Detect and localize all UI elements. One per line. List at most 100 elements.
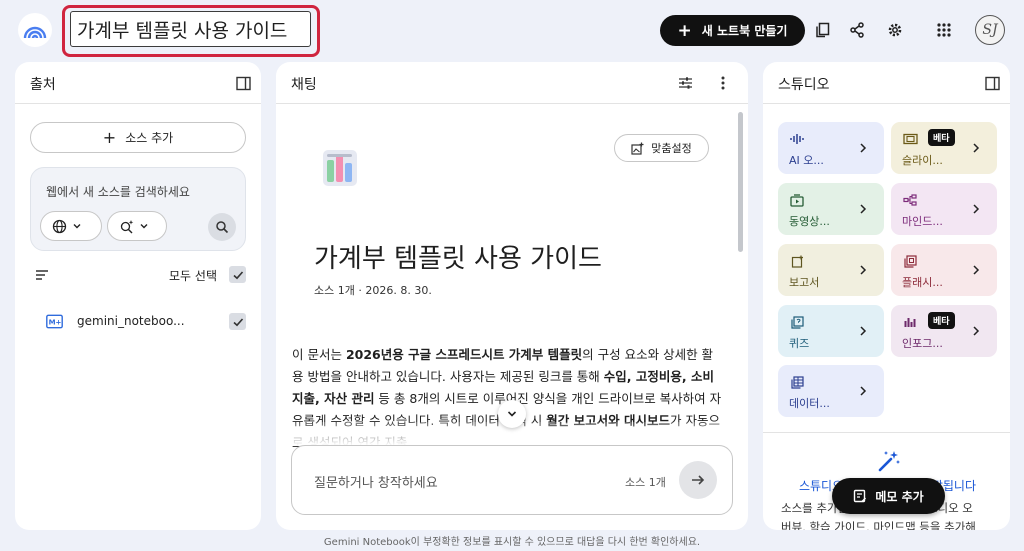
spreadsheet-app-icon <box>320 148 360 188</box>
tile-label: 보고서 <box>789 276 820 289</box>
apps-grid-icon[interactable] <box>933 19 955 41</box>
beta-badge: 베타 <box>928 312 955 329</box>
add-source-button[interactable]: + 소스 추가 <box>30 122 246 153</box>
tile-label: 슬라이... <box>902 154 943 167</box>
chevron-right-icon <box>973 143 980 153</box>
filter-lines-icon[interactable] <box>35 269 49 281</box>
svg-text:M+: M+ <box>49 319 62 327</box>
table-icon <box>789 374 805 390</box>
tile-label: 퀴즈 <box>789 337 810 350</box>
arrow-right-icon <box>692 475 705 485</box>
settings-gear-icon[interactable] <box>884 19 906 41</box>
studio-tile-data-table[interactable]: 데이터... <box>778 365 884 417</box>
chevron-down-icon <box>507 411 517 417</box>
customize-button[interactable]: 맞춤설정 <box>614 134 709 162</box>
add-source-label: 소스 추가 <box>125 131 174 145</box>
studio-tile-quiz[interactable]: 퀴즈 <box>778 305 884 357</box>
collapse-panel-icon[interactable] <box>234 74 252 92</box>
studio-header: 스튜디오 <box>763 62 1010 104</box>
chat-scrollbar[interactable] <box>738 112 743 252</box>
check-icon <box>232 317 243 326</box>
chevron-down-icon <box>140 224 148 229</box>
user-avatar[interactable]: SJ <box>975 15 1005 45</box>
tile-label: 인포그... <box>902 337 943 350</box>
web-search-input[interactable]: 웹에서 새 소스를 검색하세요 <box>46 183 190 200</box>
tune-icon[interactable] <box>676 74 694 92</box>
source-item-name: gemini_noteboo... <box>77 314 185 328</box>
chevron-right-icon <box>860 326 867 336</box>
customize-label: 맞춤설정 <box>651 142 692 155</box>
search-submit-button[interactable] <box>208 213 236 241</box>
chevron-right-icon <box>973 265 980 275</box>
sources-title: 출처 <box>30 77 56 93</box>
chevron-down-icon <box>73 224 81 229</box>
new-notebook-button[interactable]: + 새 노트북 만들기 <box>660 15 805 46</box>
tile-label: 플래시... <box>902 276 943 289</box>
web-search-card: 웹에서 새 소스를 검색하세요 <box>30 167 246 251</box>
collapse-panel-icon[interactable] <box>983 74 1001 92</box>
studio-tile-flashcards[interactable]: 플래시... <box>891 244 997 296</box>
chat-input-placeholder[interactable]: 질문하거나 창작하세요 <box>314 472 438 491</box>
studio-divider <box>763 432 1010 433</box>
chat-source-count: 소스 1개 <box>625 476 666 489</box>
add-image-icon <box>631 142 644 155</box>
chat-input-box[interactable]: 질문하거나 창작하세요 소스 1개 <box>291 445 733 515</box>
chevron-right-icon <box>860 265 867 275</box>
tile-label: 마인드... <box>902 215 943 228</box>
scroll-down-button[interactable] <box>498 400 526 428</box>
chevron-right-icon <box>973 326 980 336</box>
magic-wand-icon <box>878 451 900 472</box>
chat-panel: 채팅 맞춤설정 가계부 템플릿 사용 가이드 소스 1개 · 2026. 8. … <box>276 62 748 530</box>
studio-tile-audio[interactable]: AI 오... <box>778 122 884 174</box>
markdown-icon: M+ <box>46 314 63 333</box>
tile-label: AI 오... <box>789 154 824 167</box>
plus-icon: + <box>677 20 692 41</box>
app-logo-icon[interactable] <box>18 13 52 47</box>
add-memo-button[interactable]: 메모 추가 <box>832 478 945 514</box>
beta-badge: 베타 <box>928 129 955 146</box>
document-title: 가계부 템플릿 사용 가이드 <box>314 244 602 274</box>
more-vert-icon[interactable] <box>714 74 732 92</box>
note-icon <box>854 489 867 503</box>
chat-title: 채팅 <box>291 77 317 93</box>
new-notebook-label: 새 노트북 만들기 <box>701 24 788 38</box>
select-all-label: 모두 선택 <box>169 269 217 283</box>
select-all-checkbox[interactable] <box>229 266 246 283</box>
slides-icon <box>902 131 918 147</box>
flashcard-icon <box>902 253 918 269</box>
sources-panel: 출처 + 소스 추가 웹에서 새 소스를 검색하세요 모두 선택 M+ gemi… <box>15 62 261 530</box>
plus-icon: + <box>102 128 117 147</box>
add-memo-label: 메모 추가 <box>875 489 924 504</box>
tile-label: 동영상... <box>789 215 830 228</box>
document-meta: 소스 1개 · 2026. 8. 30. <box>314 284 432 297</box>
studio-tile-infographic[interactable]: 베타 인포그... <box>891 305 997 357</box>
video-icon <box>789 192 805 208</box>
share-icon[interactable] <box>846 19 868 41</box>
chevron-right-icon <box>860 143 867 153</box>
notebook-title-input[interactable]: 가계부 템플릿 사용 가이드 <box>70 11 311 47</box>
audio-wave-icon <box>789 131 805 147</box>
disclaimer-footer: Gemini Notebook이 부정확한 정보를 표시할 수 있으므로 대답을… <box>323 537 701 548</box>
studio-tile-video[interactable]: 동영상... <box>778 183 884 235</box>
select-all-row: 모두 선택 <box>30 264 246 286</box>
studio-tile-report[interactable]: 보고서 <box>778 244 884 296</box>
chevron-right-icon <box>860 386 867 396</box>
source-item-checkbox[interactable] <box>229 313 246 330</box>
globe-icon <box>52 219 67 233</box>
infographic-icon <box>902 314 918 330</box>
search-mode-dropdown[interactable] <box>107 211 167 241</box>
send-button[interactable] <box>679 461 717 499</box>
search-source-dropdown[interactable] <box>40 211 102 241</box>
chevron-right-icon <box>860 204 867 214</box>
studio-panel: 스튜디오 AI 오... 베타 슬라이... 동영상... 마인드... 보고서… <box>763 62 1010 530</box>
studio-tile-slides[interactable]: 베타 슬라이... <box>891 122 997 174</box>
check-icon <box>232 270 243 279</box>
report-icon <box>789 253 805 269</box>
tile-label: 데이터... <box>789 397 830 410</box>
source-item[interactable]: M+ gemini_noteboo... <box>30 311 246 333</box>
mindmap-icon <box>902 192 918 208</box>
studio-tile-mindmap[interactable]: 마인드... <box>891 183 997 235</box>
search-icon <box>216 221 229 234</box>
studio-title: 스튜디오 <box>778 77 830 93</box>
copy-icon[interactable] <box>812 19 834 41</box>
